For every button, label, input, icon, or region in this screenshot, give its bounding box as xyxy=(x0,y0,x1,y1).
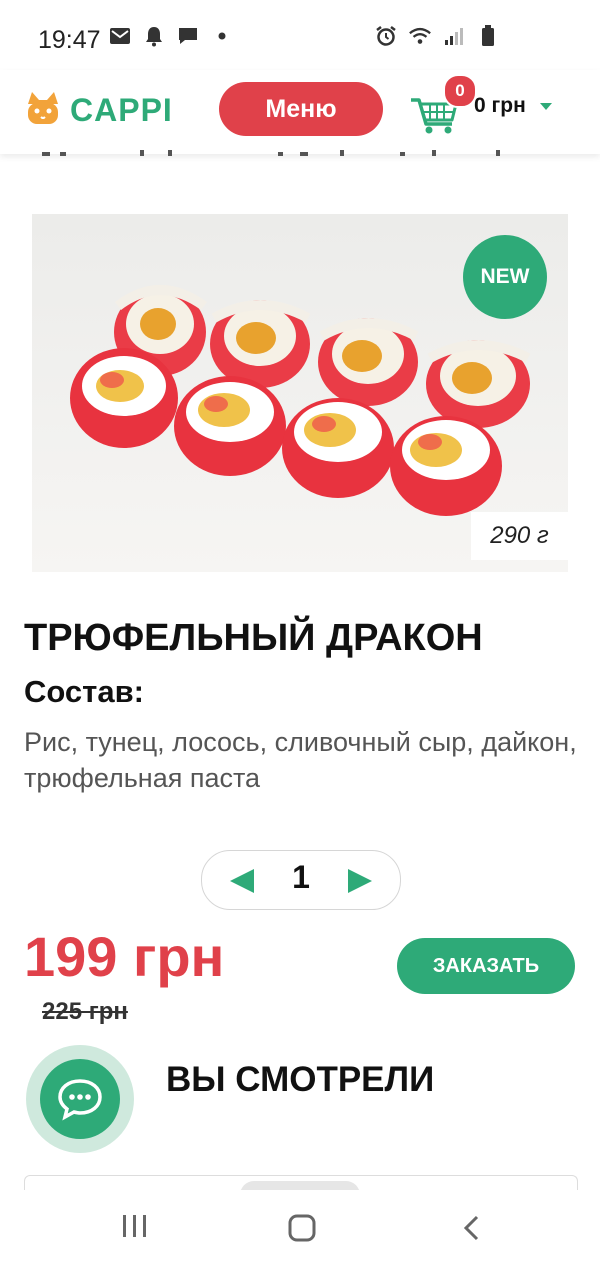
product-title: ТРЮФЕЛЬНЫЙ ДРАКОН xyxy=(24,617,483,659)
quantity-value: 1 xyxy=(292,859,310,895)
logo[interactable]: CAPPI xyxy=(24,90,173,131)
cart-count-badge: 0 xyxy=(443,74,477,108)
price-old: 225 грн xyxy=(42,998,128,1025)
quantity-stepper: 1 xyxy=(201,850,401,910)
signal-icon xyxy=(442,24,466,48)
cart-total[interactable]: 0 грн xyxy=(474,94,526,118)
home-icon[interactable] xyxy=(288,1214,316,1247)
composition-text: Рис, тунец, лосось, сливочный сыр, дайко… xyxy=(24,727,577,793)
cat-logo-icon xyxy=(24,90,62,131)
menu-button[interactable]: Меню xyxy=(219,82,383,136)
increase-arrow-icon[interactable] xyxy=(344,867,374,895)
weight-tag: 290 г xyxy=(471,512,568,560)
message-icon xyxy=(176,24,200,48)
chat-icon xyxy=(40,1059,120,1139)
wifi-icon xyxy=(408,24,432,48)
decrease-arrow-icon[interactable] xyxy=(228,867,258,895)
status-time: 19:47 xyxy=(38,26,101,54)
price-current: 199 грн xyxy=(24,925,225,988)
new-badge: NEW xyxy=(463,235,547,319)
status-bar: 19:47 xyxy=(0,0,600,78)
dot-icon xyxy=(210,24,234,48)
status-icons-right xyxy=(374,24,500,48)
battery-icon xyxy=(476,24,500,48)
viewed-section-title: ВЫ СМОТРЕЛИ xyxy=(166,1060,435,1099)
composition-label: Состав: xyxy=(24,674,144,709)
back-icon[interactable] xyxy=(460,1214,482,1247)
recent-apps-icon[interactable] xyxy=(120,1212,150,1245)
system-nav-bar xyxy=(0,1190,600,1266)
logo-text: CAPPI xyxy=(70,92,173,128)
bell-icon xyxy=(142,24,166,48)
scrolled-content-remnant xyxy=(40,140,560,156)
order-button[interactable]: ЗАКАЗАТЬ xyxy=(397,938,575,994)
mail-icon xyxy=(108,24,132,48)
chat-button[interactable] xyxy=(26,1045,134,1153)
chevron-down-icon[interactable] xyxy=(540,103,552,110)
alarm-icon xyxy=(374,24,398,48)
status-icons-left xyxy=(108,24,234,48)
